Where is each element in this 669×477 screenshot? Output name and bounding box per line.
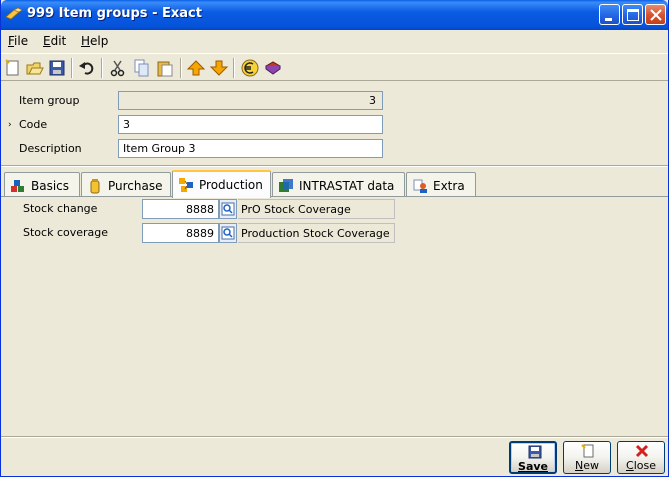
euro-icon[interactable]	[240, 58, 260, 78]
maximize-button[interactable]	[622, 4, 643, 25]
close-window-button[interactable]	[645, 4, 666, 25]
save-icon[interactable]	[47, 58, 67, 78]
menu-edit-accel: E	[43, 34, 51, 48]
toolbar	[1, 53, 668, 81]
item-group-field: 3	[118, 91, 383, 110]
blocks-icon	[11, 180, 24, 192]
close-button[interactable]: Close	[617, 441, 665, 474]
description-label: Description	[19, 142, 82, 155]
open-icon[interactable]	[25, 58, 45, 78]
menu-help[interactable]: Help	[81, 34, 108, 48]
window-title: 999 Item groups - Exact	[27, 6, 202, 21]
intrastat-icon	[279, 179, 293, 192]
footer-divider	[1, 436, 668, 438]
toolbar-separator	[233, 58, 235, 78]
save-label: Save	[511, 460, 555, 473]
production-icon	[179, 178, 193, 192]
paste-icon[interactable]	[155, 58, 175, 78]
stock-change-label: Stock change	[23, 202, 98, 215]
menu-file-label: ile	[14, 34, 29, 48]
toolbar-separator	[180, 58, 182, 78]
stock-change-account-input[interactable]: 8888	[142, 199, 219, 219]
new-label-rest: ew	[583, 459, 599, 472]
stock-coverage-description: Production Stock Coverage	[238, 223, 395, 243]
production-panel: Stock change 8888 PrO Stock Coverage Sto…	[1, 197, 668, 437]
save-label-rest: ave	[525, 460, 548, 473]
menu-help-accel: H	[81, 34, 91, 48]
tab-strip: Basics Purchase Production INTRASTAT dat…	[1, 170, 668, 198]
lookup-icon	[221, 226, 235, 240]
save-accel: S	[518, 460, 526, 473]
close-label-rest: lose	[633, 459, 656, 472]
stock-coverage-account-input[interactable]: 8889	[142, 223, 219, 243]
new-accel: N	[575, 459, 584, 472]
close-icon	[635, 444, 649, 458]
toolbar-separator	[71, 58, 73, 78]
tab-production[interactable]: Production	[172, 170, 271, 198]
application-window: 999 Item groups - Exact File Edit Help I…	[0, 0, 669, 477]
minimize-button[interactable]	[599, 4, 620, 25]
undo-icon[interactable]	[77, 58, 97, 78]
new-icon	[581, 444, 594, 458]
lookup-icon	[221, 202, 235, 216]
cut-icon[interactable]	[108, 58, 128, 78]
divider	[1, 165, 668, 167]
menu-help-label: elp	[90, 34, 109, 48]
minimize-icon	[605, 18, 612, 21]
tab-extra-label: Extra	[433, 179, 465, 193]
menu-edit-label: dit	[50, 34, 67, 48]
copy-icon[interactable]	[132, 58, 152, 78]
exact-logo-icon	[5, 7, 23, 20]
title-bar[interactable]: 999 Item groups - Exact	[1, 0, 668, 30]
tab-production-label: Production	[199, 178, 263, 192]
tab-purchase[interactable]: Purchase	[81, 172, 171, 197]
new-label: New	[564, 459, 610, 472]
stock-coverage-label: Stock coverage	[23, 226, 109, 239]
tab-basics[interactable]: Basics	[4, 172, 80, 197]
current-field-marker: ›	[8, 120, 12, 130]
stock-change-description: PrO Stock Coverage	[238, 199, 395, 219]
code-label: Code	[19, 118, 48, 131]
next-record-icon[interactable]	[209, 58, 229, 78]
book-icon[interactable]	[263, 58, 283, 78]
save-button[interactable]: Save	[509, 441, 557, 474]
stock-change-lookup-button[interactable]	[219, 199, 237, 219]
new-button[interactable]: New	[563, 441, 611, 474]
header-panel: Item group 3 › Code 3 Description Item G…	[1, 83, 668, 163]
maximize-icon	[627, 9, 639, 21]
code-input[interactable]: 3	[118, 115, 383, 134]
close-label: Close	[618, 459, 664, 472]
tab-purchase-label: Purchase	[108, 179, 163, 193]
extra-icon	[413, 179, 427, 193]
tab-basics-label: Basics	[31, 179, 70, 193]
new-icon[interactable]	[3, 58, 23, 78]
tab-extra[interactable]: Extra	[406, 172, 476, 197]
tab-intrastat-data[interactable]: INTRASTAT data	[272, 172, 405, 197]
menu-file[interactable]: File	[8, 34, 28, 48]
item-group-label: Item group	[19, 94, 80, 107]
stock-coverage-lookup-button[interactable]	[219, 223, 237, 243]
save-icon	[528, 445, 542, 459]
jar-icon	[90, 179, 100, 194]
previous-record-icon[interactable]	[186, 58, 206, 78]
tab-intrastat-label: INTRASTAT data	[299, 179, 395, 193]
menu-edit[interactable]: Edit	[43, 34, 66, 48]
description-input[interactable]: Item Group 3	[118, 139, 383, 158]
close-icon	[650, 9, 662, 21]
toolbar-separator	[101, 58, 103, 78]
menu-bar: File Edit Help	[1, 30, 668, 52]
close-accel: C	[626, 459, 634, 472]
